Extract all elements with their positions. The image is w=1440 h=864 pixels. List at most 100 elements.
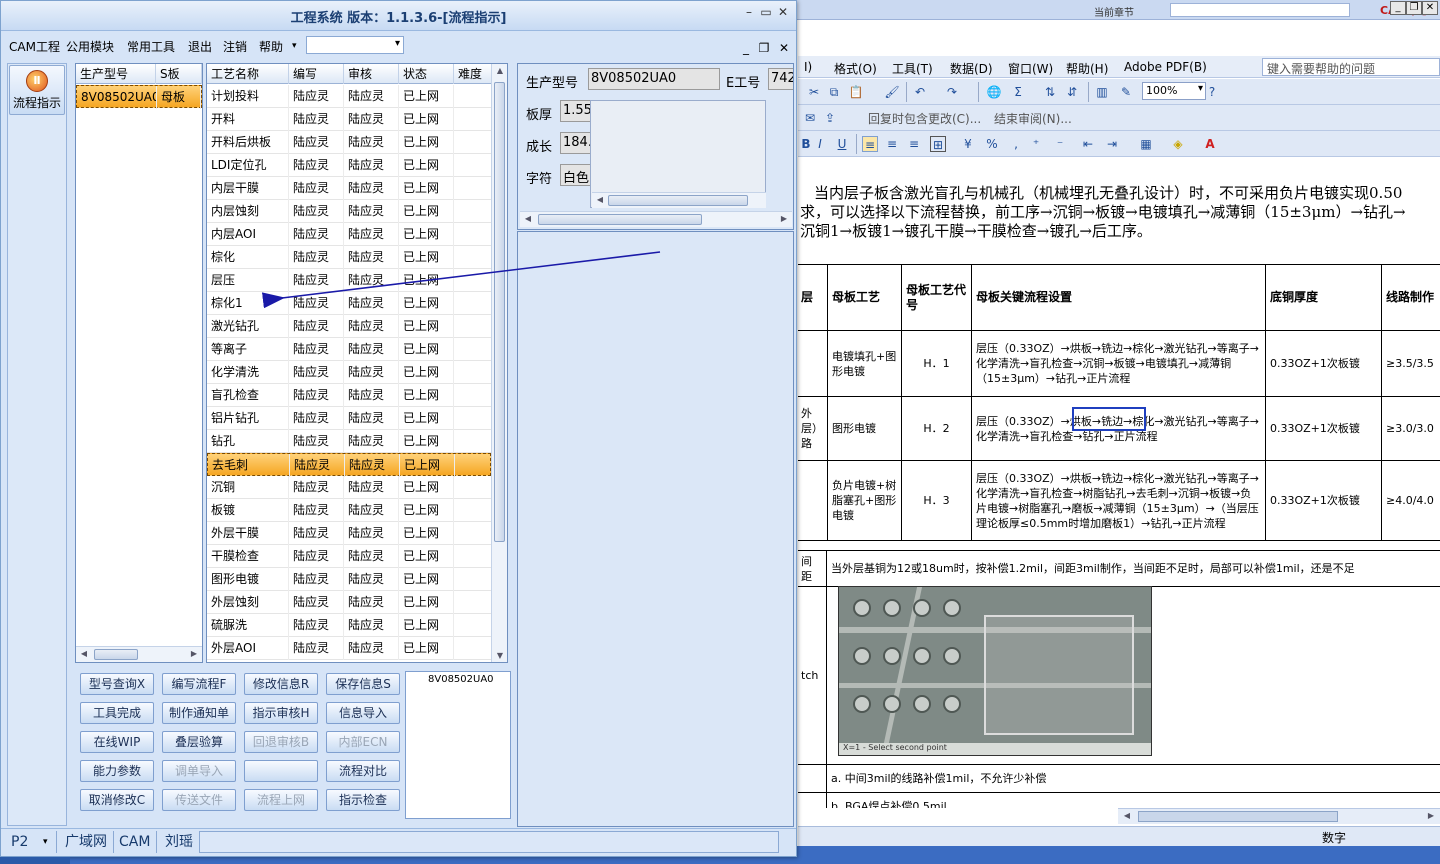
action-button[interactable]: 制作通知单	[162, 702, 236, 724]
word-menu-format[interactable]: 格式(O)	[834, 60, 877, 77]
drawing-icon[interactable]: ✎	[1118, 84, 1134, 100]
menu-public-module[interactable]: 公用模块	[66, 38, 114, 55]
action-button[interactable]: 流程对比	[326, 760, 400, 782]
action-button[interactable]: 型号查询X	[80, 673, 154, 695]
toolbar-combo[interactable]	[306, 36, 404, 54]
process-row[interactable]: 等离子 陆应灵 陆应灵 已上网	[207, 338, 493, 361]
mdi-close-icon[interactable]: ✕	[777, 41, 791, 55]
action-button[interactable]: 在线WIP	[80, 731, 154, 753]
process-row[interactable]: 盲孔检查 陆应灵 陆应灵 已上网	[207, 384, 493, 407]
autosum-icon[interactable]: Σ	[1010, 84, 1026, 100]
col-status[interactable]: 状态	[399, 64, 454, 84]
length-field[interactable]: 184.	[560, 132, 594, 154]
process-row[interactable]: 钻孔 陆应灵 陆应灵 已上网	[207, 430, 493, 453]
chart-wizard-icon[interactable]: ▥	[1094, 84, 1110, 100]
action-button[interactable]: 内部ECN	[326, 731, 400, 753]
word-menu-tools[interactable]: 工具(T)	[892, 60, 933, 77]
process-row[interactable]: 层压 陆应灵 陆应灵 已上网	[207, 269, 493, 292]
maximize-icon[interactable]: ▭	[758, 6, 774, 20]
process-row[interactable]: 内层AOI 陆应灵 陆应灵 已上网	[207, 223, 493, 246]
minimize-icon[interactable]: –	[741, 6, 757, 20]
action-button[interactable]: 调单导入	[162, 760, 236, 782]
help-search-input[interactable]: 键入需要帮助的问题	[1262, 58, 1440, 76]
process-row[interactable]: 硫脲洗 陆应灵 陆应灵 已上网	[207, 614, 493, 637]
action-button[interactable]: 取消修改C	[80, 789, 154, 811]
process-grid-vscroll[interactable]: ▲ ▼	[491, 64, 507, 662]
italic-icon[interactable]: I	[812, 136, 828, 152]
font-color-icon[interactable]: A	[1202, 136, 1218, 152]
process-row[interactable]: 化学清洗 陆应灵 陆应灵 已上网	[207, 361, 493, 384]
process-row[interactable]: 板镀 陆应灵 陆应灵 已上网	[207, 499, 493, 522]
hyperlink-icon[interactable]: 🌐	[986, 84, 1002, 100]
underline-icon[interactable]: U	[834, 136, 850, 152]
word-menu-edit[interactable]: I)	[804, 60, 812, 74]
section-dropdown[interactable]: 当前章节	[1094, 4, 1134, 19]
model-grid-hscroll[interactable]: ◀ ▶	[76, 646, 202, 662]
detail-hscroll[interactable]: ◀ ▶	[520, 211, 792, 227]
format-painter-icon[interactable]: 🖌	[884, 84, 900, 100]
status-page[interactable]: P2	[5, 831, 57, 853]
process-row[interactable]: 外层AOI 陆应灵 陆应灵 已上网	[207, 637, 493, 660]
word-restore-button[interactable]: ❐	[1406, 1, 1422, 15]
action-button[interactable]: 能力参数	[80, 760, 154, 782]
action-button[interactable]: 回退审核B	[244, 731, 318, 753]
sort-ascending-icon[interactable]: ⇅	[1042, 84, 1058, 100]
word-menu-adobe-pdf[interactable]: Adobe PDF(B)	[1124, 60, 1207, 74]
cut-icon[interactable]: ✂	[806, 84, 822, 100]
action-button[interactable]: 流程上网	[244, 789, 318, 811]
zoom-select[interactable]: 100%	[1142, 82, 1206, 100]
reply-with-changes[interactable]: 回复时包含更改(C)...	[868, 110, 981, 127]
action-button[interactable]	[244, 760, 318, 782]
thickness-field[interactable]: 1.55	[560, 100, 594, 122]
process-row[interactable]: 干膜检查 陆应灵 陆应灵 已上网	[207, 545, 493, 568]
menu-cam-project[interactable]: CAM工程	[9, 38, 60, 55]
process-row[interactable]: 开料 陆应灵 陆应灵 已上网	[207, 108, 493, 131]
action-button[interactable]: 保存信息S	[326, 673, 400, 695]
menu-logout[interactable]: 注销	[223, 38, 247, 55]
model-row[interactable]: 8V08502UA0 母板	[76, 85, 202, 109]
process-row[interactable]: 图形电镀 陆应灵 陆应灵 已上网	[207, 568, 493, 591]
action-button[interactable]: 传送文件	[162, 789, 236, 811]
increase-decimal-icon[interactable]: ⁺	[1028, 136, 1044, 152]
model-value-field[interactable]: 8V08502UA0	[588, 68, 720, 90]
status-page-dropdown-icon[interactable]: ▾	[43, 837, 48, 847]
review-icon[interactable]: ✉	[802, 110, 818, 126]
process-instruction-button[interactable]: Ⅱ 流程指示	[9, 65, 65, 115]
col-reviewer[interactable]: 审核	[344, 64, 399, 84]
word-menu-help[interactable]: 帮助(H)	[1066, 60, 1108, 77]
col-model[interactable]: 生产型号	[76, 64, 156, 84]
char-field[interactable]: 白色	[560, 164, 594, 186]
action-button[interactable]: 编写流程F	[162, 673, 236, 695]
decrease-decimal-icon[interactable]: ⁻	[1052, 136, 1068, 152]
col-s-board[interactable]: S板	[156, 64, 202, 84]
menu-help[interactable]: 帮助	[259, 38, 283, 55]
process-row[interactable]: 激光钻孔 陆应灵 陆应灵 已上网	[207, 315, 493, 338]
word-menu-window[interactable]: 窗口(W)	[1008, 60, 1053, 77]
mdi-minimize-icon[interactable]: _	[739, 41, 753, 55]
process-row[interactable]: 棕化 陆应灵 陆应灵 已上网	[207, 246, 493, 269]
action-button[interactable]: 指示检查	[326, 789, 400, 811]
send-icon[interactable]: ⇪	[822, 110, 838, 126]
process-row[interactable]: 内层蚀刻 陆应灵 陆应灵 已上网	[207, 200, 493, 223]
menu-overflow-icon[interactable]: ▾	[292, 41, 297, 51]
menu-common-tools[interactable]: 常用工具	[127, 38, 175, 55]
process-row[interactable]: 外层干膜 陆应灵 陆应灵 已上网	[207, 522, 493, 545]
fill-color-icon[interactable]: ◈	[1170, 136, 1186, 152]
action-button[interactable]: 指示审核H	[244, 702, 318, 724]
close-icon[interactable]: ✕	[775, 6, 791, 20]
word-menu-data[interactable]: 数据(D)	[950, 60, 993, 77]
action-button[interactable]: 叠层验算	[162, 731, 236, 753]
mdi-restore-icon[interactable]: ❐	[757, 41, 771, 55]
help-icon[interactable]: ?	[1204, 84, 1220, 100]
action-button[interactable]: 修改信息R	[244, 673, 318, 695]
sort-descending-icon[interactable]: ⇵	[1064, 84, 1080, 100]
action-button[interactable]: 工具完成	[80, 702, 154, 724]
action-button[interactable]: 信息导入	[326, 702, 400, 724]
process-row[interactable]: 去毛刺 陆应灵 陆应灵 已上网	[207, 453, 494, 477]
word-top-field[interactable]	[1170, 3, 1350, 17]
process-row[interactable]: 内层干膜 陆应灵 陆应灵 已上网	[207, 177, 493, 200]
redo-icon[interactable]: ↷	[944, 84, 960, 100]
comma-icon[interactable]: ,	[1008, 136, 1024, 152]
currency-icon[interactable]: ¥	[960, 136, 976, 152]
copy-icon[interactable]: ⧉	[826, 84, 842, 100]
